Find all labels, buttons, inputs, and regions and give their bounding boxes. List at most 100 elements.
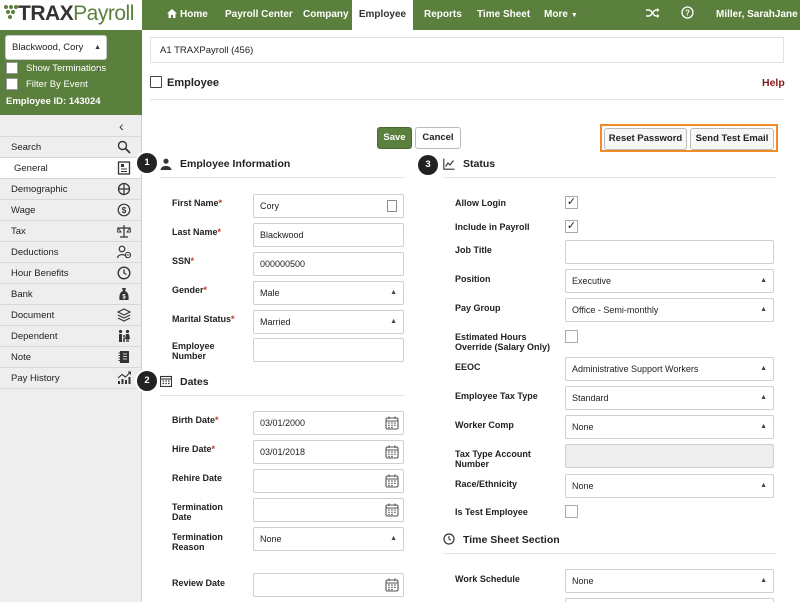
- race-ethnicity-select[interactable]: None ▲▼: [565, 474, 774, 498]
- birth-date-label-text: Birth Date: [172, 415, 216, 425]
- employee-tax-type-label: Employee Tax Type: [455, 391, 538, 401]
- nav-company[interactable]: Company: [303, 0, 349, 30]
- logo[interactable]: TRAXPayroll: [0, 0, 142, 30]
- clock-icon: [443, 533, 455, 545]
- sidebar-item-label: Hour Benefits: [11, 268, 69, 279]
- sidebar-item-general[interactable]: General: [0, 157, 141, 178]
- nav-payroll-center[interactable]: Payroll Center: [225, 0, 293, 30]
- nav-home-label: Home: [180, 9, 208, 20]
- ssn-label-text: SSN: [172, 256, 191, 266]
- sidebar-item-document[interactable]: Document: [0, 304, 141, 325]
- sidebar-item-label: General: [14, 163, 48, 174]
- callout-badge-2: 2: [137, 371, 157, 391]
- work-schedule-select[interactable]: None ▲▼: [565, 569, 774, 593]
- pay-group-select[interactable]: Office - Semi-monthly ▲▼: [565, 298, 774, 322]
- next-field[interactable]: [565, 598, 774, 602]
- eeoc-label: EEOC: [455, 362, 481, 372]
- sidebar-item-search[interactable]: Search: [0, 136, 141, 157]
- job-title-field[interactable]: [565, 240, 774, 264]
- pay-group-label: Pay Group: [455, 303, 501, 313]
- help-circle-button[interactable]: ?: [681, 0, 694, 30]
- sidebar-item-label: Demographic: [11, 184, 68, 195]
- clock-icon: [117, 266, 131, 280]
- pay-group-value: Office - Semi-monthly: [572, 305, 659, 315]
- crosshair-icon: [117, 182, 131, 196]
- calendar-icon[interactable]: [385, 503, 399, 517]
- gender-select[interactable]: Male ▲▼: [253, 281, 404, 305]
- employee-select[interactable]: Blackwood, Cory ▲ ▼: [5, 35, 107, 74]
- nav-more[interactable]: More ▼: [544, 0, 578, 30]
- hire-date-label: Hire Date*: [172, 444, 216, 454]
- nav-reports[interactable]: Reports: [424, 0, 462, 30]
- select-arrows-icon: ▲▼: [390, 289, 397, 296]
- termination-date-field[interactable]: [253, 498, 404, 522]
- calendar-icon[interactable]: [385, 578, 399, 592]
- employee-number-field[interactable]: [253, 338, 404, 362]
- rehire-date-field[interactable]: [253, 469, 404, 493]
- nav-home[interactable]: Home: [167, 0, 208, 30]
- help-link[interactable]: Help: [762, 77, 785, 89]
- nav-more-label: More: [544, 9, 568, 20]
- eeoc-select[interactable]: Administrative Support Workers ▲▼: [565, 357, 774, 381]
- include-in-payroll-checkbox[interactable]: ✓: [565, 220, 578, 233]
- save-button[interactable]: Save: [377, 127, 412, 149]
- sidebar-item-label: Document: [11, 310, 55, 321]
- svg-text:?: ?: [685, 9, 690, 18]
- cancel-button[interactable]: Cancel: [415, 127, 461, 149]
- user-menu[interactable]: Miller, SarahJane▼: [716, 0, 800, 30]
- id-card-icon: [150, 76, 162, 88]
- is-test-employee-checkbox[interactable]: [565, 505, 578, 518]
- include-in-payroll-label: Include in Payroll: [455, 222, 530, 232]
- employee-tax-type-select[interactable]: Standard ▲▼: [565, 386, 774, 410]
- nav-time-sheet[interactable]: Time Sheet: [477, 0, 530, 30]
- calendar-icon[interactable]: [385, 445, 399, 459]
- sidebar-item-bank[interactable]: Bank $: [0, 283, 141, 304]
- reset-password-button[interactable]: Reset Password: [604, 128, 687, 150]
- allow-login-checkbox[interactable]: ✓: [565, 196, 578, 209]
- send-test-email-button[interactable]: Send Test Email: [690, 128, 774, 150]
- collapse-sidebar-icon[interactable]: ‹: [119, 118, 124, 134]
- ssn-value: 000000500: [260, 259, 306, 269]
- sidebar-item-hour-benefits[interactable]: Hour Benefits: [0, 262, 141, 283]
- employee-tax-type-value: Standard: [572, 393, 609, 403]
- sidebar-item-wage[interactable]: Wage $: [0, 199, 141, 220]
- hire-date-field[interactable]: 03/01/2018: [253, 440, 404, 464]
- marital-status-value: Married: [260, 317, 291, 327]
- review-date-field[interactable]: [253, 573, 404, 597]
- first-name-field[interactable]: Cory: [253, 194, 404, 218]
- worker-comp-select[interactable]: None ▲▼: [565, 415, 774, 439]
- tax-type-account-field: [565, 444, 774, 468]
- calendar-icon[interactable]: [385, 474, 399, 488]
- first-name-label-text: First Name: [172, 198, 219, 208]
- section-divider: [160, 395, 405, 396]
- ssn-field[interactable]: 000000500: [253, 252, 404, 276]
- show-terminations-checkbox[interactable]: [6, 62, 18, 74]
- logo-text-bold: TRAX: [18, 2, 74, 25]
- filter-by-event-checkbox[interactable]: [6, 78, 18, 90]
- estimated-hours-checkbox[interactable]: [565, 330, 578, 343]
- last-name-value: Blackwood: [260, 230, 304, 240]
- nav-employee[interactable]: Employee: [352, 0, 413, 30]
- search-icon: [117, 140, 131, 154]
- is-test-employee-label: Is Test Employee: [455, 507, 528, 517]
- scale-icon: [117, 225, 131, 238]
- employee-number-label: Employee Number: [172, 341, 215, 361]
- select-arrows-icon: ▲▼: [760, 423, 767, 430]
- sidebar-item-pay-history[interactable]: Pay History: [0, 367, 141, 389]
- calendar-icon[interactable]: [385, 416, 399, 430]
- family-icon: [118, 329, 130, 342]
- marital-status-select[interactable]: Married ▲▼: [253, 310, 404, 334]
- shuffle-button[interactable]: [646, 0, 660, 30]
- sidebar-item-demographic[interactable]: Demographic: [0, 178, 141, 199]
- sidebar-item-deductions[interactable]: Deductions: [0, 241, 141, 262]
- birth-date-field[interactable]: 03/01/2000: [253, 411, 404, 435]
- sidebar-item-note[interactable]: Note: [0, 346, 141, 367]
- sidebar-item-dependent[interactable]: Dependent: [0, 325, 141, 346]
- nav-payroll-center-label: Payroll Center: [225, 9, 293, 20]
- termination-date-label: Termination Date: [172, 502, 223, 522]
- last-name-field[interactable]: Blackwood: [253, 223, 404, 247]
- sidebar-item-tax[interactable]: Tax: [0, 220, 141, 241]
- dates-title: Dates: [180, 376, 209, 388]
- termination-reason-select[interactable]: None ▲▼: [253, 527, 404, 551]
- position-select[interactable]: Executive ▲▼: [565, 269, 774, 293]
